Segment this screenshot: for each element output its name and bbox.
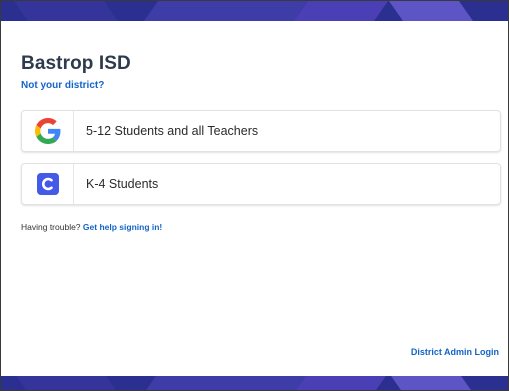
district-admin-login-link[interactable]: District Admin Login [411,347,499,357]
district-header: Bastrop ISD Not your district? [21,53,500,93]
login-panel: Bastrop ISD Not your district? 5-12 Stud… [0,0,509,391]
clever-login-button[interactable]: K-4 Students [21,163,501,205]
bottom-decorative-band [1,376,508,390]
top-decorative-band [1,1,508,21]
get-help-link[interactable]: Get help signing in! [83,222,162,232]
clever-c-glyph [41,177,53,191]
band-stripe [143,1,309,21]
band-stripe [146,376,306,390]
clever-icon [36,173,59,195]
google-icon-cell [22,111,74,151]
help-text: Having trouble? Get help signing in! [21,222,162,232]
google-icon [34,118,60,144]
help-prefix: Having trouble? [21,222,81,232]
band-stripe [16,376,116,390]
google-login-button[interactable]: 5-12 Students and all Teachers [21,110,501,152]
clever-icon-cell [22,164,74,204]
band-stripe [13,1,119,21]
google-login-label: 5-12 Students and all Teachers [86,124,259,138]
band-stripe [391,376,471,390]
band-stripe [293,1,389,21]
band-stripe [296,376,386,390]
not-your-district-link[interactable]: Not your district? [21,80,104,91]
band-stripe [388,1,474,21]
clever-login-label: K-4 Students [86,177,159,191]
district-name: Bastrop ISD [21,53,131,74]
